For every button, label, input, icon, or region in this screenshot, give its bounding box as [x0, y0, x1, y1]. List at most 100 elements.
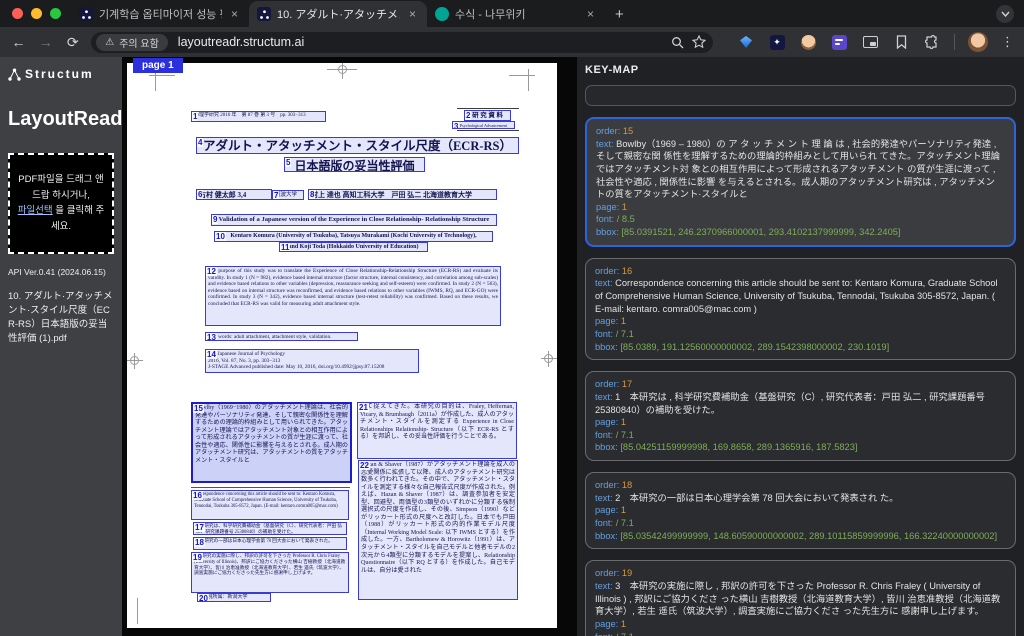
browser-tab-1[interactable]: 기계학습 옵티마이저 성능 평가.pdf×	[71, 1, 249, 27]
layout-box-22[interactable]: 22Hazan & Shaver（1987）がアタッチメント理論を成人の恋愛関係…	[358, 460, 518, 600]
address-bar[interactable]: ⚠ 주의 요함 layoutreadr.structum.ai	[91, 32, 713, 53]
layout-box-text: Hazan & Shaver（1987）がアタッチメント理論を成人の恋愛関係に拡…	[359, 461, 517, 576]
keymap-card-order-19[interactable]: order: 19text: 3 本研究の実施に際し , 邦訳の許可を下さった …	[585, 560, 1016, 636]
profile-avatar[interactable]	[968, 32, 988, 52]
forward-icon[interactable]: →	[37, 34, 54, 50]
layout-box-5[interactable]: 5日本語版の妥当性評価 1,2	[284, 157, 425, 172]
extension-f-icon[interactable]	[830, 33, 848, 51]
keymap-card-order-15[interactable]: order: 15text: Bowlby（1969 – 1980）の ア タ …	[585, 117, 1016, 247]
layout-box-1[interactable]: 1心理学研究 2016 年 第 87 巻 第 3 号 pp. 303−313	[191, 111, 326, 122]
keymap-field-order: order: 18	[595, 479, 1006, 492]
layout-box-11[interactable]: 11and Koji Toda (Hokkaido University of …	[279, 242, 428, 252]
structum-favicon-icon	[257, 7, 271, 21]
api-version: API Ver.0.41 (2024.06.15)	[8, 267, 114, 277]
layout-box-21[interactable]: 21して捉えてきた。本研究の目的は、Fraley, Heffernan, Vic…	[357, 402, 517, 459]
layout-box-17[interactable]: 171 本研究は、科学研究費補助金（基盤研究（C）、研究代表者：戸田 弘二、研究…	[193, 522, 347, 535]
browser-tab-2[interactable]: 10. アダルト·アタッチメント·スタ×	[249, 1, 427, 27]
keymap-field-font: font: / 7.1	[595, 429, 1006, 442]
keymap-card-order-16[interactable]: order: 16text: Correspondence concerning…	[585, 258, 1016, 360]
layout-box-text: 古村 健太郎 3,4	[197, 190, 271, 200]
pdf-dropzone[interactable]: PDF파일을 드래그 앤 드랍 하시거나, 파일선택 을 클릭해 주세요.	[8, 153, 114, 254]
bookmark-flag-icon[interactable]	[892, 33, 910, 51]
layout-box-text: Validation of a Japanese version of the …	[212, 215, 496, 225]
layout-box-14[interactable]: 14The Japanese Journal of Psychology 201…	[205, 349, 419, 373]
layout-box-order-label: 2	[465, 111, 471, 120]
layout-box-text: 1 本研究は、科学研究費補助金（基盤研究（C）、研究代表者：戸田 弘二、研究課題…	[194, 523, 346, 535]
tab-close-icon[interactable]: ×	[406, 7, 419, 21]
layout-box-3[interactable]: 3Psychological Advancement	[452, 121, 515, 129]
browser-tab-3[interactable]: 수식 - 나무위키×	[427, 1, 605, 27]
back-icon[interactable]: ←	[10, 34, 27, 50]
keymap-field-bbox: bbox: [85.04251159999998, 169.8658, 289.…	[595, 441, 1006, 454]
layout-box-order-label: 8	[309, 190, 315, 199]
layout-box-13[interactable]: 13Key words: adult attachment, attachmen…	[205, 332, 358, 341]
browser-menu-icon[interactable]: ⋮	[1001, 34, 1014, 50]
layout-box-text: 村上 達也 高知工科大学 戸田 弘二 北海道教育大学	[309, 190, 496, 200]
window-controls	[0, 0, 71, 27]
keymap-field-page: page: 1	[595, 504, 1006, 517]
memoji-extension-icon[interactable]	[799, 33, 817, 51]
reload-icon[interactable]: ⟳	[64, 34, 81, 51]
layout-box-order-label: 22	[359, 461, 370, 470]
keymap-field-page: page: 1	[595, 416, 1006, 429]
keymap-search-box[interactable]	[585, 85, 1016, 106]
header-rule	[457, 108, 519, 109]
toolbar-divider	[954, 34, 955, 50]
layout-box-order-label: 20	[198, 594, 209, 602]
layout-box-order-label: 12	[206, 267, 217, 276]
bookmark-star-icon[interactable]	[691, 34, 707, 50]
zoom-window-button[interactable]	[50, 8, 61, 19]
layout-box-order-label: 11	[280, 243, 290, 252]
keymap-card-order-18[interactable]: order: 18text: 2 本研究の一部は日本心理学会第 78 回大会にお…	[585, 472, 1016, 549]
layout-box-text: Correspondence concerning this article s…	[192, 491, 348, 510]
layout-box-18[interactable]: 182 本研究の一部は日本心理学会第 78 回大会において発表された。	[193, 537, 347, 550]
picture-in-picture-icon[interactable]	[861, 33, 879, 51]
tab-close-icon[interactable]: ×	[584, 7, 597, 21]
new-tab-button[interactable]: +	[605, 1, 634, 27]
dropzone-text-2: 을 클릭해 주세요.	[51, 205, 104, 232]
gem-extension-icon[interactable]	[737, 33, 755, 51]
zoom-page-icon[interactable]	[669, 34, 685, 50]
layout-box-8[interactable]: 8村上 達也 高知工科大学 戸田 弘二 北海道教育大学	[308, 189, 497, 200]
layout-box-2[interactable]: 2研 究 資 料	[464, 110, 511, 121]
layout-box-text: Bowlby（1969−1980）のアタッチメント理論は、社会的発達やパーソナリ…	[193, 404, 350, 466]
extensions-puzzle-icon[interactable]	[923, 33, 941, 51]
layout-box-7[interactable]: 7筑波大学	[272, 190, 304, 200]
document-viewer[interactable]: page 1 1心理学研究 2016 年 第 87 巻 第 3 号 pp. 30…	[122, 57, 577, 636]
layout-box-text: 3 本研究の実施に際し、邦訳の許可を下さった Professor R. Chri…	[192, 553, 348, 578]
trim-mark	[130, 356, 139, 365]
tab-search-button[interactable]	[996, 5, 1014, 23]
keymap-card-order-17[interactable]: order: 17text: 1 本研究は , 科学研究費補助金（基盤研究（C）…	[585, 371, 1016, 461]
keymap-field-text: text: 1 本研究は , 科学研究費補助金（基盤研究（C）, 研究代表者：戸…	[595, 391, 1006, 416]
browser-toolbar: ← → ⟳ ⚠ 주의 요함 layoutreadr.structum.ai ✦ …	[0, 27, 1024, 57]
tab-close-icon[interactable]: ×	[228, 7, 241, 21]
file-select-link[interactable]: 파일선택	[18, 205, 53, 216]
layout-box-12[interactable]: 12The purpose of this study was to trans…	[205, 266, 501, 326]
layout-box-15[interactable]: 15Bowlby（1969−1980）のアタッチメント理論は、社会的発達やパーソ…	[191, 402, 352, 483]
app-title: LayoutReadr	[8, 108, 114, 131]
close-window-button[interactable]	[12, 8, 23, 19]
trim-mark	[509, 75, 535, 76]
layout-box-9[interactable]: 9Validation of a Japanese version of the…	[211, 214, 497, 226]
site-security-chip[interactable]: ⚠ 주의 요함	[96, 34, 168, 51]
trim-mark	[528, 69, 529, 91]
minimize-window-button[interactable]	[31, 8, 42, 19]
layout-box-16[interactable]: 16Correspondence concerning this article…	[191, 490, 349, 520]
layout-box-order-label: 3	[453, 122, 459, 129]
structum-extension-icon[interactable]: ✦	[768, 33, 786, 51]
layout-box-order-label: 19	[192, 553, 203, 562]
url-text: layoutreadr.structum.ai	[178, 35, 663, 49]
warning-icon: ⚠	[105, 37, 114, 48]
layout-box-text: 研 究 資 料	[465, 111, 510, 121]
layout-box-20[interactable]: 204 現所属：新潟大学	[197, 593, 271, 602]
pdf-page[interactable]: page 1 1心理学研究 2016 年 第 87 巻 第 3 号 pp. 30…	[127, 63, 557, 628]
keymap-cards: order: 15text: Bowlby（1969 – 1980）の ア タ …	[585, 117, 1016, 636]
layout-box-10[interactable]: 10Kentaro Komura (University of Tsukuba)…	[214, 231, 493, 242]
layout-box-4[interactable]: 4アダルト・アタッチメント・スタイル尺度（ECR-RS）	[196, 137, 519, 154]
keymap-field-font: font: / 8.5	[596, 213, 1005, 226]
layout-box-6[interactable]: 6古村 健太郎 3,4	[196, 189, 272, 200]
layout-box-text: アダルト・アタッチメント・スタイル尺度（ECR-RS）	[197, 138, 518, 154]
layout-box-19[interactable]: 193 本研究の実施に際し、邦訳の許可を下さった Professor R. Ch…	[191, 552, 349, 593]
layout-box-text: Psychological Advancement	[453, 122, 514, 129]
keymap-title: KEY-MAP	[585, 64, 1016, 76]
